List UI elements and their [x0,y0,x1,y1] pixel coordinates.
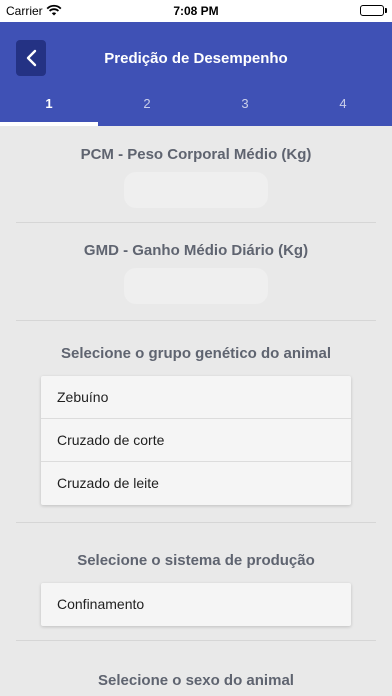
option-cruzado-de-corte[interactable]: Cruzado de corte [41,419,351,462]
divider [16,640,376,641]
pcm-input[interactable] [124,172,268,208]
divider [16,320,376,321]
tab-step-1[interactable]: 1 [0,94,98,126]
battery-icon [360,5,384,16]
page-title: Predição de Desempenho [104,50,288,67]
genetic-group-label: Selecione o grupo genético do animal [60,345,332,362]
divider [16,222,376,223]
status-time: 7:08 PM [173,4,219,18]
tab-step-2[interactable]: 2 [98,94,196,126]
divider [16,522,376,523]
battery-tip [385,8,387,13]
gmd-label: GMD - Ganho Médio Diário (Kg) [83,242,309,259]
gmd-input[interactable] [124,268,268,304]
status-bar: Carrier 7:08 PM [0,0,392,22]
step-tabs: 1 2 3 4 [0,94,392,126]
tab-step-4[interactable]: 4 [294,94,392,126]
option-cruzado-de-leite[interactable]: Cruzado de leite [41,462,351,505]
production-system-list: Confinamento [41,583,351,626]
pcm-label: PCM - Peso Corporal Médio (Kg) [80,146,312,163]
option-zebuino[interactable]: Zebuíno [41,376,351,419]
app-header: Predição de Desempenho 1 2 3 4 [0,22,392,126]
tab-step-3[interactable]: 3 [196,94,294,126]
option-confinamento[interactable]: Confinamento [41,583,351,626]
genetic-group-list: Zebuíno Cruzado de corte Cruzado de leit… [41,376,351,505]
sex-label: Selecione o sexo do animal [98,672,294,689]
production-system-label: Selecione o sistema de produção [77,552,315,569]
